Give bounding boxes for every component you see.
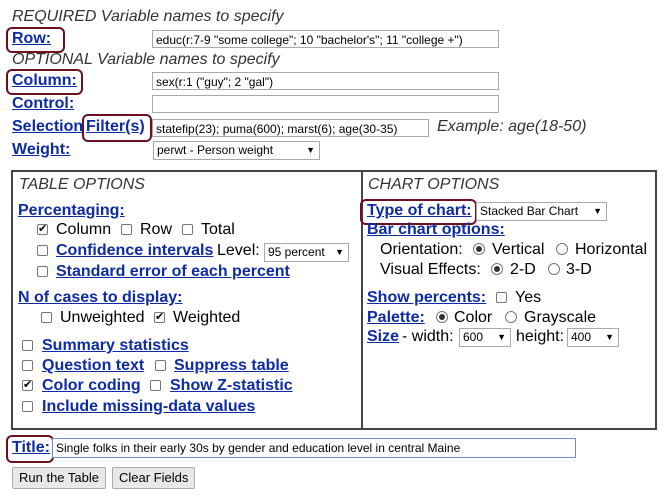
unweighted-checkbox[interactable] xyxy=(41,312,52,323)
grayscale-label: Grayscale xyxy=(524,309,597,326)
color-radio[interactable] xyxy=(436,311,448,323)
column-input[interactable]: sex(r:1 ("guy"; 2 "gal") xyxy=(152,72,499,90)
width-select[interactable]: 600 ▼ xyxy=(459,328,511,347)
show-percents-yes: Yes xyxy=(515,289,542,306)
column-pct-checkbox[interactable]: ✔ xyxy=(37,224,48,235)
level-label: Level: xyxy=(217,242,260,259)
height-label: height: xyxy=(516,328,565,345)
chart-options-title: CHART OPTIONS xyxy=(368,176,500,193)
control-link[interactable]: Control: xyxy=(12,95,74,113)
weighted-checkbox[interactable]: ✔ xyxy=(154,312,165,323)
chevron-down-icon: ▼ xyxy=(497,332,506,342)
std-error-checkbox[interactable] xyxy=(37,266,48,277)
vertical-label: Vertical xyxy=(492,241,545,258)
chevron-down-icon: ▼ xyxy=(306,145,315,155)
horizontal-label: Horizontal xyxy=(575,241,648,258)
missing-data-checkbox[interactable] xyxy=(22,401,33,412)
selection-link[interactable]: Selection xyxy=(12,118,83,136)
suppress-table-link[interactable]: Suppress table xyxy=(174,357,289,375)
confidence-link[interactable]: Confidence intervals xyxy=(56,242,213,260)
weighted-label: Weighted xyxy=(173,309,241,326)
color-coding-checkbox[interactable]: ✔ xyxy=(22,380,33,391)
table-options-title: TABLE OPTIONS xyxy=(19,176,145,193)
color-coding-link[interactable]: Color coding xyxy=(42,377,141,395)
show-percents-link[interactable]: Show percents: xyxy=(367,289,486,307)
color-label: Color xyxy=(454,309,493,326)
filter-input[interactable]: statefip(23); puma(600); marst(6); age(3… xyxy=(152,119,429,137)
size-link[interactable]: Size xyxy=(367,328,399,346)
clear-fields-button[interactable]: Clear Fields xyxy=(112,467,196,489)
grayscale-radio[interactable] xyxy=(505,311,517,323)
2d-radio[interactable] xyxy=(491,263,503,275)
run-table-button[interactable]: Run the Table xyxy=(12,467,106,489)
std-error-link[interactable]: Standard error of each percent xyxy=(56,263,290,281)
filter-link[interactable]: Filter(s) xyxy=(86,118,145,136)
control-input[interactable] xyxy=(152,95,499,113)
missing-data-link[interactable]: Include missing-data values xyxy=(42,398,255,416)
n-cases-link[interactable]: N of cases to display: xyxy=(18,289,183,307)
suppress-table-checkbox[interactable] xyxy=(155,360,166,371)
3d-label: 3-D xyxy=(566,261,592,278)
column-link[interactable]: Column: xyxy=(12,72,77,90)
weight-select[interactable]: perwt - Person weight ▼ xyxy=(153,141,320,160)
confidence-checkbox[interactable] xyxy=(37,245,48,256)
vertical-radio[interactable] xyxy=(473,243,485,255)
total-pct-checkbox[interactable] xyxy=(182,224,193,235)
level-select[interactable]: 95 percent ▼ xyxy=(264,243,349,262)
zstat-checkbox[interactable] xyxy=(150,380,161,391)
summary-link[interactable]: Summary statistics xyxy=(42,337,189,355)
orientation-label: Orientation: xyxy=(380,241,463,258)
visual-effects-label: Visual Effects: xyxy=(380,261,481,278)
2d-label: 2-D xyxy=(510,261,536,278)
chart-type-select[interactable]: Stacked Bar Chart ▼ xyxy=(476,202,607,221)
show-percents-checkbox[interactable] xyxy=(496,292,507,303)
palette-link[interactable]: Palette: xyxy=(367,309,425,327)
chevron-down-icon: ▼ xyxy=(605,332,614,342)
required-header: REQUIRED Variable names to specify xyxy=(12,8,284,25)
percentaging-link[interactable]: Percentaging: xyxy=(18,202,125,220)
3d-radio[interactable] xyxy=(548,263,560,275)
height-select[interactable]: 400 ▼ xyxy=(567,328,619,347)
zstat-link[interactable]: Show Z-statistic xyxy=(170,377,293,395)
unweighted-label: Unweighted xyxy=(60,309,145,326)
row-pct-label: Row xyxy=(140,221,173,238)
question-text-link[interactable]: Question text xyxy=(42,357,144,375)
total-pct-label: Total xyxy=(201,221,235,238)
question-text-checkbox[interactable] xyxy=(22,360,33,371)
row-input[interactable]: educ(r:7-9 "some college"; 10 "bachelor'… xyxy=(152,30,499,48)
title-link[interactable]: Title: xyxy=(12,439,50,457)
chevron-down-icon: ▼ xyxy=(593,206,602,216)
chevron-down-icon: ▼ xyxy=(335,247,344,257)
bar-options-link[interactable]: Bar chart options: xyxy=(367,221,505,239)
optional-header: OPTIONAL Variable names to specify xyxy=(12,51,280,68)
width-label: - width: xyxy=(402,328,454,345)
filter-example: Example: age(18-50) xyxy=(437,118,587,135)
summary-checkbox[interactable] xyxy=(22,340,33,351)
chart-type-link[interactable]: Type of chart: xyxy=(367,202,472,220)
row-pct-checkbox[interactable] xyxy=(121,224,132,235)
row-link[interactable]: Row: xyxy=(12,30,51,48)
weight-link[interactable]: Weight: xyxy=(12,141,70,159)
horizontal-radio[interactable] xyxy=(556,243,568,255)
title-input[interactable]: Single folks in their early 30s by gende… xyxy=(52,438,576,458)
column-pct-label: Column xyxy=(56,221,112,238)
